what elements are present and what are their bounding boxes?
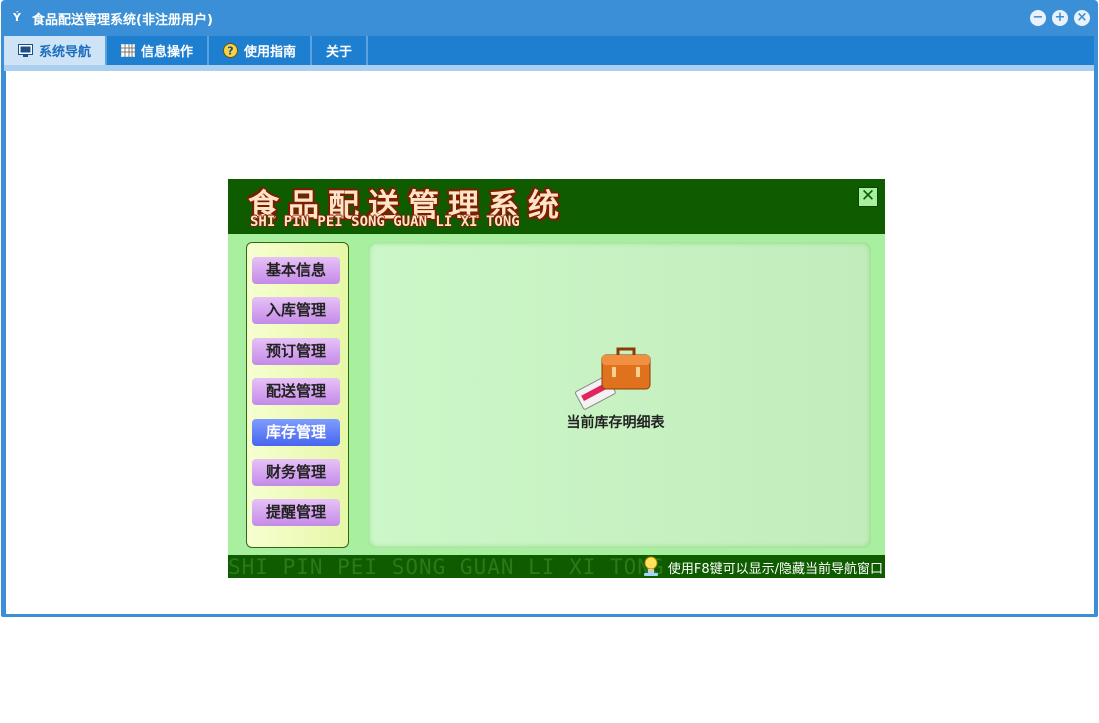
tab-label: 系统导航 xyxy=(39,45,92,60)
footer-watermark: SHI PIN PEI SONG GUAN LI XI TONG xyxy=(228,555,665,579)
menu-inventory-button[interactable]: 库存管理 xyxy=(252,419,340,446)
window-controls: − + × xyxy=(1030,10,1090,26)
window-title: 食品配送管理系统(非注册用户) xyxy=(32,12,213,28)
lightbulb-icon xyxy=(644,556,658,576)
tab-label: 信息操作 xyxy=(141,45,194,60)
module-item-area: 当前库存明细表 xyxy=(368,242,871,548)
briefcase-icon[interactable] xyxy=(574,345,654,410)
module-menu: 基本信息 入库管理 预订管理 配送管理 库存管理 财务管理 提醒管理 xyxy=(246,242,349,548)
menu-basic-info-button[interactable]: 基本信息 xyxy=(252,257,340,284)
nav-close-button[interactable]: ✕ xyxy=(858,187,878,207)
grid-icon xyxy=(121,44,136,57)
tab-about[interactable]: 关于 xyxy=(312,36,369,65)
svg-text:?: ? xyxy=(227,45,233,58)
tab-info-operations[interactable]: 信息操作 xyxy=(107,36,210,65)
navigation-panel: 食品配送管理系统 SHI PIN PEI SONG GUAN LI XI TON… xyxy=(228,179,885,578)
nav-subtitle: SHI PIN PEI SONG GUAN LI XI TONG xyxy=(250,214,520,230)
help-icon: ? xyxy=(223,43,239,58)
restore-icon[interactable]: + xyxy=(1052,10,1068,26)
tab-user-guide[interactable]: ? 使用指南 xyxy=(209,36,313,65)
menu-inbound-button[interactable]: 入库管理 xyxy=(252,297,340,324)
nav-footer: SHI PIN PEI SONG GUAN LI XI TONG 使用F8键可以… xyxy=(228,555,885,578)
menu-booking-button[interactable]: 预订管理 xyxy=(252,338,340,365)
menu-reminder-button[interactable]: 提醒管理 xyxy=(252,499,340,526)
tab-system-navigation[interactable]: 系统导航 xyxy=(4,36,108,65)
tab-label: 使用指南 xyxy=(244,45,297,60)
nav-header: 食品配送管理系统 SHI PIN PEI SONG GUAN LI XI TON… xyxy=(228,179,885,234)
minimize-icon[interactable]: − xyxy=(1030,10,1046,26)
close-icon[interactable]: × xyxy=(1074,10,1090,26)
title-bar[interactable]: Ý 食品配送管理系统(非注册用户) − + × xyxy=(1,0,1098,36)
app-logo-icon: Ý xyxy=(13,11,21,24)
menu-delivery-button[interactable]: 配送管理 xyxy=(252,378,340,405)
menu-finance-button[interactable]: 财务管理 xyxy=(252,459,340,486)
monitor-icon xyxy=(18,44,33,57)
footer-hint: 使用F8键可以显示/隐藏当前导航窗口 xyxy=(667,562,883,577)
tab-label: 关于 xyxy=(326,45,353,60)
inventory-detail-label[interactable]: 当前库存明细表 xyxy=(508,412,723,432)
menu-tab-bar: 系统导航 信息操作 ? 使用指南 关于 xyxy=(4,36,1094,65)
